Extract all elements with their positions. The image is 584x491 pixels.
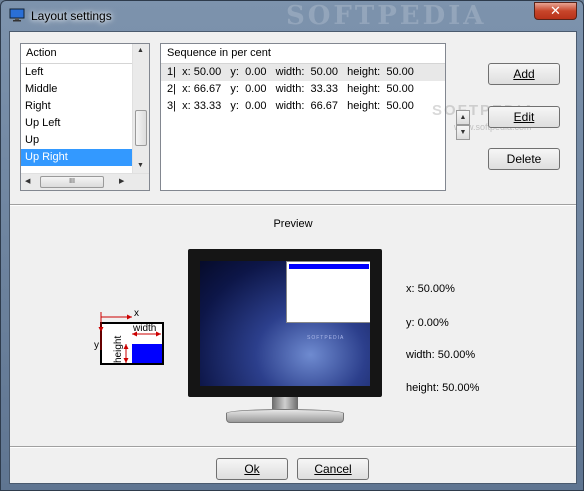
title-bar[interactable]: Layout settings SOFTPEDIA ✕ [1, 1, 583, 31]
move-down-arrow-icon[interactable]: ▼ [456, 125, 470, 140]
add-button-label: Add [513, 67, 535, 81]
vertical-scroll-thumb[interactable] [135, 110, 147, 146]
action-item-right[interactable]: Right [21, 98, 133, 115]
move-up-arrow-icon[interactable]: ▲ [456, 110, 470, 125]
monitor-preview: SOFTPEDIA [188, 249, 382, 423]
window-title: Layout settings [31, 9, 112, 23]
layout-diagram: x y width height [94, 310, 164, 365]
settings-panel: Action Left Middle Right Up Left Up Up R… [10, 32, 576, 204]
action-item-up[interactable]: Up [21, 132, 133, 149]
sequence-row[interactable]: 1| x: 50.00 y: 0.00 width: 50.00 height:… [161, 64, 445, 81]
info-height: height: 50.00% [406, 382, 480, 394]
move-row-spinner[interactable]: ▲ ▼ [456, 110, 470, 140]
action-item-up-left[interactable]: Up Left [21, 115, 133, 132]
delete-button[interactable]: Delete [488, 148, 560, 170]
action-list[interactable]: Action Left Middle Right Up Left Up Up R… [20, 43, 150, 191]
info-y: y: 0.00% [406, 317, 449, 329]
close-button[interactable]: ✕ [534, 2, 577, 20]
ok-button-label: Ok [244, 462, 260, 476]
preview-window-titlebar [289, 264, 369, 269]
monitor-stand-base [226, 409, 344, 423]
diagram-width-label: width [132, 323, 156, 334]
section-divider [10, 204, 576, 206]
action-item-left[interactable]: Left [21, 64, 133, 81]
cancel-button-label: Cancel [314, 462, 352, 476]
edit-button[interactable]: Edit [488, 106, 560, 128]
cancel-button[interactable]: Cancel [297, 458, 369, 480]
horizontal-scroll-thumb[interactable]: III [40, 176, 104, 188]
preview-title: Preview [273, 218, 313, 230]
action-column-header[interactable]: Action [21, 44, 149, 64]
diagram-height-label: height [113, 336, 124, 363]
scroll-left-arrow-icon[interactable]: ◀ [25, 177, 30, 185]
action-list-horizontal-scrollbar[interactable]: ◀ III ▶ [21, 173, 149, 190]
add-button[interactable]: Add [488, 63, 560, 85]
monitor-app-icon [9, 8, 25, 22]
layout-settings-window: Layout settings SOFTPEDIA ✕ Action Left … [0, 0, 584, 491]
footer-divider [10, 446, 576, 448]
monitor-screen: SOFTPEDIA [200, 261, 370, 386]
sequence-row[interactable]: 3| x: 33.33 y: 0.00 width: 66.67 height:… [161, 98, 445, 115]
ok-button[interactable]: Ok [216, 458, 288, 480]
preview-window-region [286, 261, 370, 323]
action-item-middle[interactable]: Middle [21, 81, 133, 98]
sequence-row[interactable]: 2| x: 66.67 y: 0.00 width: 33.33 height:… [161, 81, 445, 98]
diagram-x-label: x [134, 310, 139, 319]
sequence-list[interactable]: Sequence in per cent 1| x: 50.00 y: 0.00… [160, 43, 446, 191]
dialog-client-area: Action Left Middle Right Up Left Up Up R… [9, 31, 577, 484]
sequence-column-header[interactable]: Sequence in per cent [161, 44, 445, 64]
screen-wallpaper-text: SOFTPEDIA [307, 335, 345, 341]
scroll-down-arrow-icon[interactable]: ▼ [137, 162, 144, 169]
diagram-y-label: y [94, 340, 99, 351]
action-item-up-right[interactable]: Up Right [21, 149, 133, 166]
info-width: width: 50.00% [406, 349, 476, 361]
monitor-stand-neck [272, 397, 298, 409]
info-x: x: 50.00% [406, 283, 455, 295]
softpedia-watermark: SOFTPEDIA [286, 1, 487, 31]
edit-button-label: Edit [513, 110, 535, 124]
scroll-up-arrow-icon[interactable]: ▲ [137, 47, 144, 54]
scroll-right-arrow-icon[interactable]: ▶ [119, 177, 124, 185]
action-list-vertical-scrollbar[interactable]: ▲ ▼ [132, 44, 149, 174]
monitor-bezel: SOFTPEDIA [188, 249, 382, 397]
